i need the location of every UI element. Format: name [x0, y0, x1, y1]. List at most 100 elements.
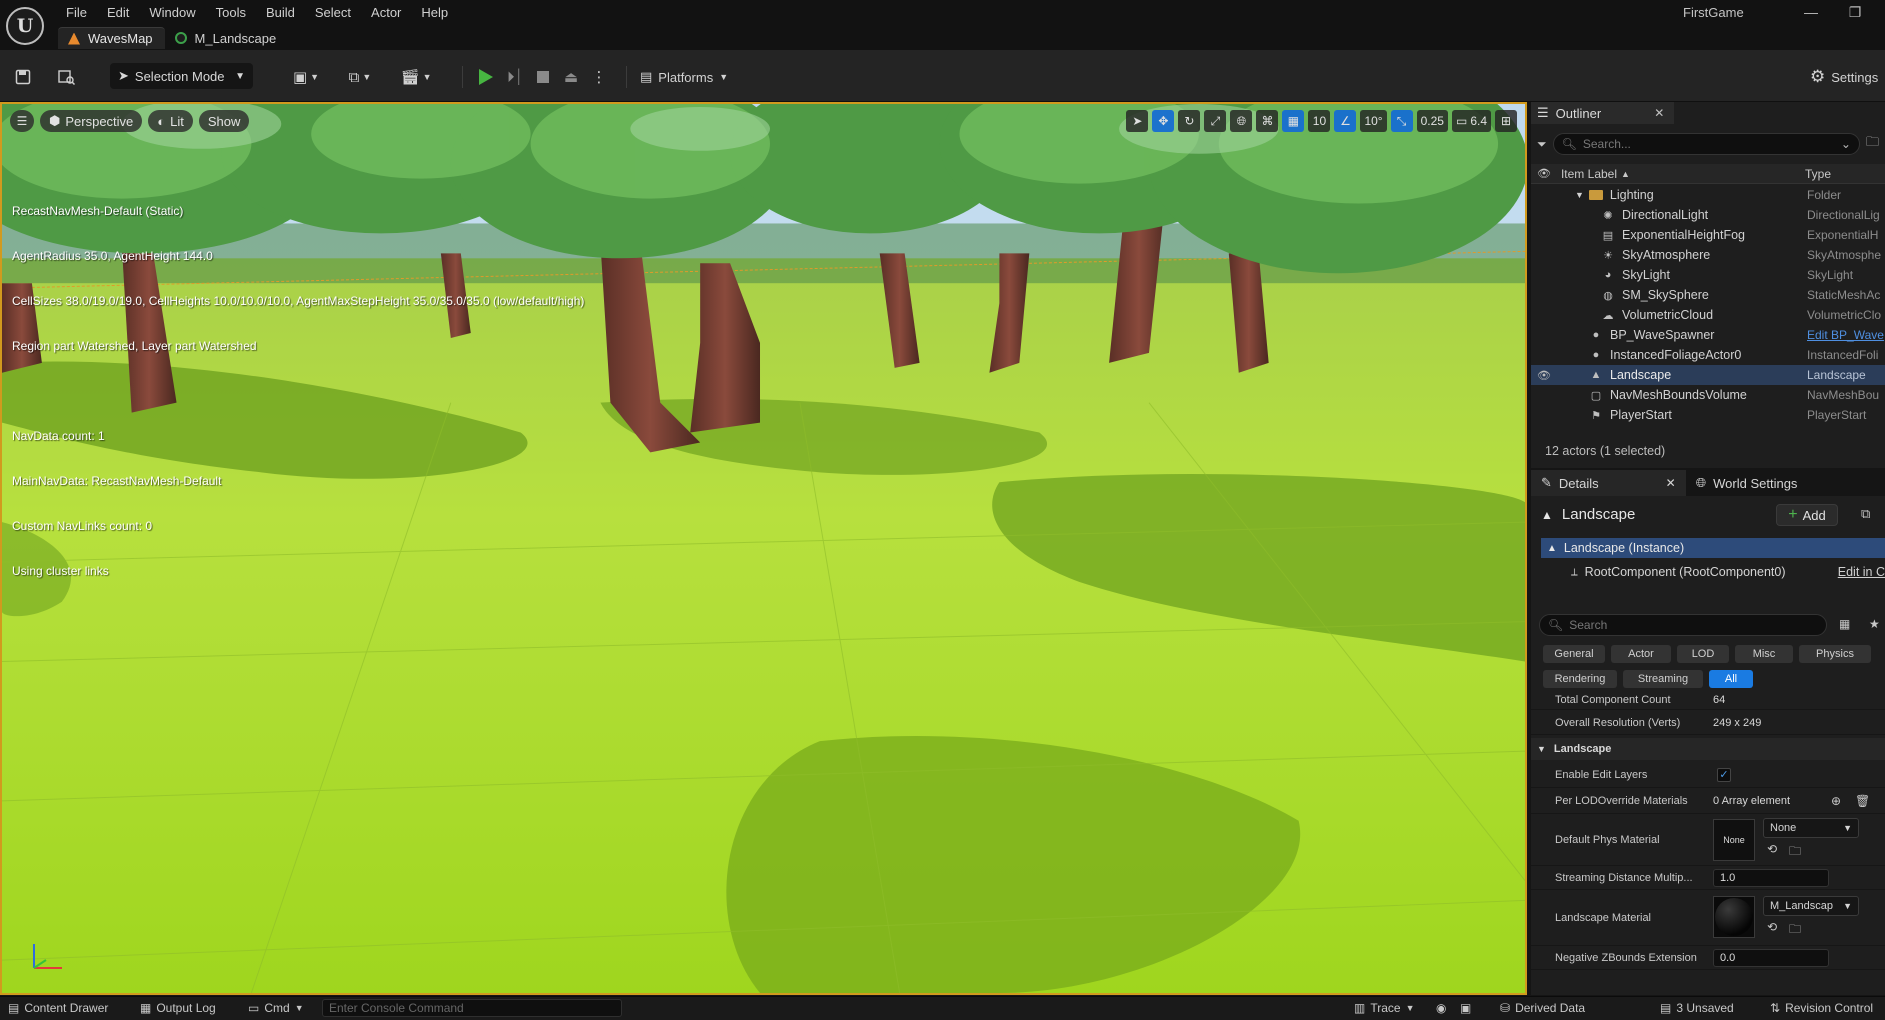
category-landscape[interactable]: ▼ Landscape — [1531, 738, 1885, 760]
camera-capture-icon[interactable]: ▣ — [1460, 1001, 1471, 1015]
menu-edit[interactable]: Edit — [97, 4, 139, 22]
tab-details[interactable]: ✎ Details ✕ — [1531, 470, 1686, 496]
surface-snap-icon[interactable]: ⌘ — [1256, 110, 1279, 132]
advance-frame-icon[interactable]: ⏵⏐ — [504, 66, 526, 88]
translate-tool-icon[interactable]: ✥ — [1152, 110, 1175, 132]
negative-zbounds-input[interactable]: 0.0 — [1713, 948, 1829, 967]
list-item[interactable]: ▤ ExponentialHeightFog ExponentialH — [1531, 225, 1885, 245]
menu-file[interactable]: File — [56, 4, 97, 22]
list-item[interactable]: ● BP_WaveSpawner Edit BP_Wave — [1531, 325, 1885, 345]
column-item-label[interactable]: Item Label — [1561, 167, 1617, 181]
tab-world-settings[interactable]: 🌐︎ World Settings — [1686, 470, 1808, 496]
revision-control-button[interactable]: ⇅ Revision Control — [1770, 1001, 1873, 1015]
more-options-icon[interactable]: ⋮ — [588, 66, 610, 88]
lit-button[interactable]: ◐ Lit — [148, 110, 193, 132]
unreal-logo-icon[interactable]: U — [6, 7, 44, 45]
list-item[interactable]: ◍ SM_SkySphere StaticMeshAc — [1531, 285, 1885, 305]
output-log-button[interactable]: ▦ Output Log — [140, 1001, 216, 1015]
scale-snap-value[interactable]: 0.25 — [1416, 110, 1448, 132]
perspective-button[interactable]: ⬢ Perspective — [40, 110, 143, 132]
select-tool-icon[interactable]: ➤ — [1126, 110, 1149, 132]
tab-waves-map[interactable]: WavesMap — [58, 27, 165, 49]
close-icon[interactable]: ✕ — [1654, 106, 1664, 120]
use-selected-icon[interactable]: ⟲ — [1767, 842, 1777, 856]
eject-icon[interactable]: ⏏ — [560, 66, 582, 88]
filter-general[interactable]: General — [1543, 645, 1605, 663]
cmd-dropdown[interactable]: ▭ Cmd ▼ — [248, 1001, 304, 1015]
favorites-star-icon[interactable]: ★ — [1869, 617, 1880, 631]
filter-actor[interactable]: Actor — [1611, 645, 1671, 663]
menu-select[interactable]: Select — [305, 4, 361, 22]
add-actor-icon[interactable]: ▣ ▼ — [288, 66, 324, 88]
browse-asset-icon[interactable]: 🗀︎ — [1789, 842, 1801, 863]
use-selected-icon[interactable]: ⟲ — [1767, 920, 1777, 934]
landscape-material-dropdown[interactable]: M_Landscap ▼ — [1763, 896, 1859, 916]
rotate-tool-icon[interactable]: ↻ — [1178, 110, 1201, 132]
list-item[interactable]: ✺ DirectionalLight DirectionalLig — [1531, 205, 1885, 225]
grid-size-value[interactable]: 10 — [1308, 110, 1331, 132]
edit-in-cpp-link[interactable]: Edit in C — [1838, 565, 1885, 579]
scale-snap-toggle[interactable]: ⤡ — [1390, 110, 1413, 132]
tab-outliner[interactable]: ☰ Outliner ✕ — [1531, 102, 1675, 124]
outliner-search-input[interactable]: 🔍︎ Search... ⌄ — [1552, 133, 1860, 155]
material-thumbnail[interactable] — [1713, 896, 1755, 938]
scale-tool-icon[interactable]: ⤢ — [1204, 110, 1227, 132]
minimize-icon[interactable]: — — [1796, 2, 1826, 22]
settings-button[interactable]: ⚙ Settings — [1810, 66, 1878, 88]
list-item[interactable]: ⚑ PlayerStart PlayerStart — [1531, 405, 1885, 425]
menu-tools[interactable]: Tools — [206, 4, 256, 22]
world-space-icon[interactable]: 🌐︎ — [1230, 110, 1253, 132]
filter-icon[interactable]: ⏷ — [1537, 137, 1547, 152]
menu-window[interactable]: Window — [139, 4, 205, 22]
add-component-button[interactable]: + Add — [1776, 504, 1838, 526]
content-drawer-button[interactable]: ▤ Content Drawer — [8, 1001, 108, 1015]
phys-material-dropdown[interactable]: None ▼ — [1763, 818, 1859, 838]
list-item[interactable]: ▼ Lighting Folder — [1531, 185, 1885, 205]
maximize-icon[interactable]: ❐ — [1840, 2, 1870, 22]
add-element-icon[interactable]: ⊕ — [1831, 794, 1841, 808]
list-item[interactable]: ● InstancedFoliageActor0 InstancedFoli — [1531, 345, 1885, 365]
component-instance-row[interactable]: ▲ Landscape (Instance) — [1541, 538, 1885, 558]
property-matrix-icon[interactable]: ▦ — [1839, 617, 1850, 631]
browse-asset-icon[interactable]: 🗀︎ — [1789, 920, 1801, 941]
camera-speed-button[interactable]: ▭ 6.4 — [1451, 110, 1491, 132]
browse-icon[interactable] — [56, 66, 78, 88]
record-icon[interactable]: ◉ — [1436, 1001, 1446, 1015]
trash-icon[interactable]: 🗑︎ — [1855, 794, 1870, 808]
hamburger-menu-icon[interactable]: ☰ — [10, 110, 34, 132]
platforms-dropdown[interactable]: ▤ Platforms ▼ — [640, 66, 728, 88]
filter-physics[interactable]: Physics — [1799, 645, 1871, 663]
filter-rendering[interactable]: Rendering — [1543, 670, 1617, 688]
play-icon[interactable] — [474, 65, 496, 89]
unsaved-button[interactable]: ▤ 3 Unsaved — [1660, 1001, 1734, 1015]
visibility-icon[interactable]: 👁︎ — [1537, 369, 1551, 382]
blueprint-icon[interactable]: ⧉ ▼ — [342, 66, 378, 88]
menu-actor[interactable]: Actor — [361, 4, 411, 22]
list-item[interactable]: ▢ NavMeshBoundsVolume NavMeshBou — [1531, 385, 1885, 405]
details-search-input[interactable]: 🔍︎ Search — [1539, 614, 1827, 636]
viewport-layout-icon[interactable]: ⊞ — [1495, 110, 1517, 132]
list-item[interactable]: ☁ VolumetricCloud VolumetricClo — [1531, 305, 1885, 325]
filter-lod[interactable]: LOD — [1677, 645, 1729, 663]
show-button[interactable]: Show — [198, 110, 250, 132]
trace-dropdown[interactable]: ▥ Trace ▼ — [1354, 1001, 1415, 1015]
selection-mode-dropdown[interactable]: ➤ Selection Mode ▼ — [110, 63, 253, 89]
filter-all[interactable]: All — [1709, 670, 1753, 688]
tab-m-landscape[interactable]: M_Landscape — [165, 27, 289, 49]
close-icon[interactable]: ✕ — [1666, 476, 1676, 490]
edit-blueprint-link[interactable]: Edit BP_Wave — [1807, 328, 1885, 342]
grid-snap-toggle[interactable]: ▦ — [1282, 110, 1305, 132]
cinematics-icon[interactable]: 🎬︎ ▼ — [398, 66, 434, 88]
list-item-selected[interactable]: 👁︎ ▲ Landscape Landscape — [1531, 365, 1885, 385]
rotation-snap-value[interactable]: 10° — [1360, 110, 1387, 132]
add-folder-icon[interactable]: 🗀︎ — [1866, 133, 1879, 155]
rotation-snap-toggle[interactable]: ∠ — [1334, 110, 1357, 132]
filter-misc[interactable]: Misc — [1735, 645, 1793, 663]
menu-build[interactable]: Build — [256, 4, 305, 22]
enable-edit-layers-checkbox[interactable]: ✓ — [1717, 767, 1731, 782]
column-type[interactable]: Type — [1805, 167, 1831, 181]
level-viewport[interactable]: ☰ ⬢ Perspective ◐ Lit Show ➤ ✥ ↻ ⤢ 🌐︎ ⌘ … — [0, 102, 1527, 995]
menu-help[interactable]: Help — [411, 4, 458, 22]
blueprint-options-icon[interactable]: ⧉ — [1861, 506, 1870, 522]
root-component-row[interactable]: ⟂ RootComponent (RootComponent0) Edit in… — [1571, 562, 1885, 582]
